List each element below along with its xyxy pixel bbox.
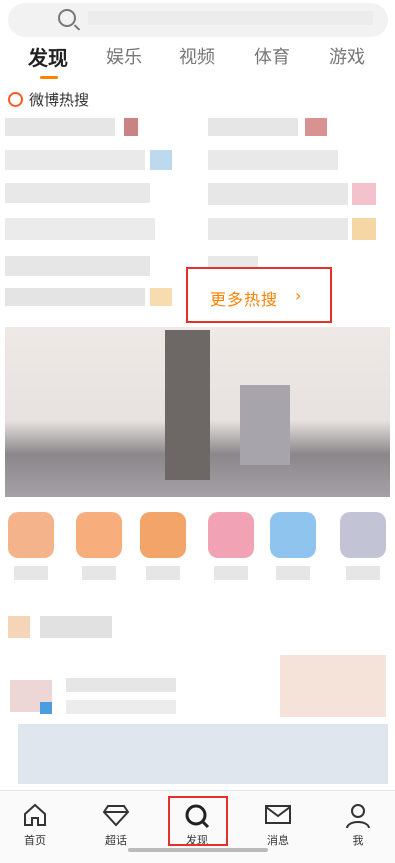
topic-label: [214, 566, 248, 580]
nav-home[interactable]: [5, 803, 65, 827]
hot-search-title: 微博热搜: [29, 91, 90, 109]
nav-super-topic[interactable]: [86, 803, 146, 827]
section-title: [40, 616, 112, 638]
verified-badge: [40, 702, 52, 714]
topic-icon[interactable]: [8, 512, 54, 558]
more-hot-search-label: 更多热搜: [210, 290, 279, 309]
tab-video[interactable]: 视频: [179, 44, 215, 72]
hot-badge: [352, 183, 376, 205]
topic-icon[interactable]: [340, 512, 386, 558]
topic-label: [346, 566, 380, 580]
new-badge: [150, 150, 172, 170]
mail-icon: [265, 805, 291, 824]
topic-label: [82, 566, 116, 580]
nav-home-label: 首页: [24, 834, 46, 847]
topic-icon[interactable]: [270, 512, 316, 558]
list-item[interactable]: [208, 150, 338, 170]
banner-detail: [165, 330, 210, 480]
nav-discover-highlight: [168, 796, 228, 846]
active-tab-indicator: [40, 76, 58, 79]
hot-badge: [352, 218, 376, 240]
home-icon: [24, 803, 46, 826]
hot-badge: [124, 118, 138, 136]
list-item[interactable]: [208, 183, 348, 205]
list-item[interactable]: [5, 288, 145, 306]
feed-image-strip[interactable]: [18, 724, 388, 784]
nav-messages-label: 消息: [267, 834, 289, 847]
topic-label: [276, 566, 310, 580]
nav-me-label: 我: [352, 834, 364, 847]
section-icon: [8, 616, 30, 638]
topic-icon[interactable]: [140, 512, 186, 558]
feed-text: [66, 700, 176, 714]
hot-search-icon: [8, 92, 23, 107]
feed-text: [66, 678, 176, 692]
feed-thumbnail[interactable]: [280, 655, 386, 717]
diamond-icon: [102, 805, 130, 827]
banner-detail: [240, 385, 290, 465]
list-item[interactable]: [5, 183, 150, 203]
tab-games[interactable]: 游戏: [329, 44, 365, 72]
list-item[interactable]: [5, 218, 155, 240]
list-item[interactable]: [5, 150, 145, 170]
list-item[interactable]: [5, 256, 150, 276]
nav-super-topic-label: 超话: [105, 834, 127, 847]
topic-label: [146, 566, 180, 580]
tab-entertainment[interactable]: 娱乐: [106, 44, 142, 72]
tab-sports[interactable]: 体育: [254, 44, 290, 72]
profile-icon: [346, 804, 370, 829]
hot-badge: [305, 118, 327, 136]
hot-badge: [150, 288, 172, 306]
list-item[interactable]: [208, 218, 348, 240]
list-item[interactable]: [208, 118, 298, 136]
nav-me[interactable]: [328, 803, 388, 829]
chevron-right-icon: ›: [295, 286, 302, 305]
topic-icon[interactable]: [208, 512, 254, 558]
tab-discover[interactable]: 发现: [28, 44, 68, 72]
search-placeholder-blurred: [88, 11, 373, 25]
topic-label: [14, 566, 48, 580]
topic-icon[interactable]: [76, 512, 122, 558]
list-item[interactable]: [5, 118, 115, 136]
home-indicator: [128, 848, 268, 852]
nav-messages[interactable]: [248, 803, 308, 825]
search-icon: [58, 9, 76, 27]
